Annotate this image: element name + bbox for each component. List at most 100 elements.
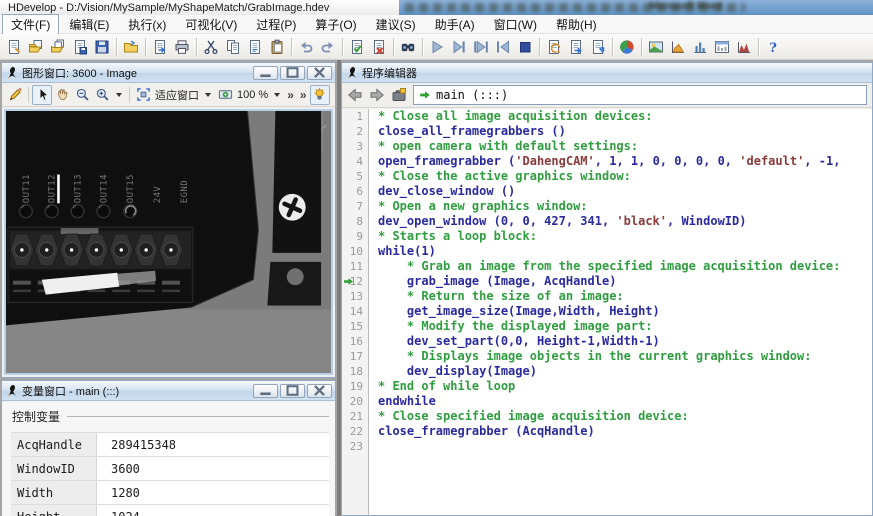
- variable-row[interactable]: Height 1024: [11, 505, 329, 516]
- procedures-button[interactable]: [389, 85, 409, 105]
- camera-image-canvas[interactable]: OUT11 OUT12 OUT13 OUT14 OUT15 24V EGND: [4, 108, 333, 375]
- background-window-title: Microsoft Word: [649, 1, 723, 12]
- nav-forward-button[interactable]: [367, 85, 387, 105]
- step-out-button[interactable]: [492, 36, 514, 58]
- save-button[interactable]: [69, 36, 91, 58]
- code-line[interactable]: 18 dev_display(Image): [342, 364, 872, 379]
- menu-item-7[interactable]: 建议(S): [367, 14, 425, 35]
- print-button[interactable]: [171, 36, 193, 58]
- proc-edit-button[interactable]: [587, 36, 609, 58]
- code-editor[interactable]: 1 * Close all image acquisition devices: 2…: [342, 109, 872, 515]
- code-line[interactable]: 12 grab_image (Image, AcqHandle): [342, 274, 872, 289]
- redo-button[interactable]: [317, 36, 339, 58]
- select-mode-button[interactable]: [32, 84, 52, 105]
- code-line[interactable]: 3 * open camera with default settings:: [342, 139, 872, 154]
- variable-window-titlebar[interactable]: 变量窗口 - main (:::): [2, 381, 335, 401]
- menu-item-1[interactable]: 文件(F): [2, 13, 60, 35]
- save-all-button[interactable]: [91, 36, 113, 58]
- set-parameters-button[interactable]: [5, 85, 25, 105]
- close-button[interactable]: [307, 383, 332, 398]
- code-line[interactable]: 7 * Open a new graphics window:: [342, 199, 872, 214]
- overflow-chevron[interactable]: »: [287, 88, 294, 102]
- code-line[interactable]: 16 dev_set_part(0,0, Height-1,Width-1): [342, 334, 872, 349]
- menu-item-3[interactable]: 执行(x): [119, 14, 175, 35]
- code-line[interactable]: 6 dev_close_window (): [342, 184, 872, 199]
- open-folder-button[interactable]: [120, 36, 142, 58]
- code-line[interactable]: 19 * End of while loop: [342, 379, 872, 394]
- procedure-combobox[interactable]: main (:::): [413, 85, 867, 105]
- histogram-button[interactable]: [667, 36, 689, 58]
- variable-row[interactable]: WindowID 3600: [11, 457, 329, 481]
- export-button[interactable]: [149, 36, 171, 58]
- measure-button[interactable]: [733, 36, 755, 58]
- menu-item-6[interactable]: 算子(O): [306, 14, 365, 35]
- open-file-button[interactable]: [25, 36, 47, 58]
- code-line[interactable]: 20 endwhile: [342, 394, 872, 409]
- menu-item-10[interactable]: 帮助(H): [547, 14, 606, 35]
- code-line[interactable]: 9 * Starts a loop block:: [342, 229, 872, 244]
- new-file-button[interactable]: [3, 36, 25, 58]
- code-line[interactable]: 22 close_framegrabber (AcqHandle): [342, 424, 872, 439]
- proc-prev-button[interactable]: [543, 36, 565, 58]
- zoom-out-button[interactable]: [72, 85, 92, 105]
- code-line[interactable]: 17 * Displays image objects in the curre…: [342, 349, 872, 364]
- maximize-button[interactable]: [280, 383, 305, 398]
- program-editor-titlebar[interactable]: 程序编辑器: [342, 63, 872, 83]
- nav-back-button[interactable]: [345, 85, 365, 105]
- code-line[interactable]: 10 while(1): [342, 244, 872, 259]
- paste-button[interactable]: [266, 36, 288, 58]
- run-button[interactable]: [426, 36, 448, 58]
- activate-button[interactable]: [346, 36, 368, 58]
- close-button[interactable]: [307, 65, 332, 80]
- step-over-button[interactable]: [448, 36, 470, 58]
- help-button[interactable]: ?: [762, 36, 784, 58]
- chevron-down-icon[interactable]: [116, 92, 122, 97]
- code-line[interactable]: 11 * Grab an image from the specified im…: [342, 259, 872, 274]
- window-tool-button[interactable]: [711, 36, 733, 58]
- svg-text:OUT14: OUT14: [99, 174, 109, 203]
- code-line[interactable]: 23: [342, 439, 872, 454]
- lamp-button[interactable]: [309, 84, 330, 105]
- variable-row[interactable]: Width 1280: [11, 481, 329, 505]
- code-line[interactable]: 4 open_framegrabber ('DahengCAM', 1, 1, 0…: [342, 154, 872, 169]
- graphics-window-titlebar[interactable]: 图形窗口: 3600 - Image: [2, 63, 335, 83]
- chevron-down-icon[interactable]: [205, 92, 211, 97]
- zoom-step-button[interactable]: [215, 85, 235, 105]
- find-button[interactable]: [397, 36, 419, 58]
- menu-item-5[interactable]: 过程(P): [247, 14, 305, 35]
- code-line[interactable]: 1 * Close all image acquisition devices:: [342, 109, 872, 124]
- chevron-down-icon[interactable]: [274, 92, 281, 97]
- proc-next-button[interactable]: [565, 36, 587, 58]
- minimize-button[interactable]: [253, 383, 278, 398]
- open-multi-icon: [50, 39, 66, 55]
- stop-button[interactable]: [514, 36, 536, 58]
- code-line[interactable]: 21 * Close specified image acquisition de…: [342, 409, 872, 424]
- code-line[interactable]: 2 close_all_framegrabbers (): [342, 124, 872, 139]
- open-multi-button[interactable]: [47, 36, 69, 58]
- zoom-in-button[interactable]: [92, 85, 112, 105]
- menu-item-8[interactable]: 助手(A): [426, 14, 484, 35]
- code-line[interactable]: 5 * Close the active graphics window:: [342, 169, 872, 184]
- move-mode-button[interactable]: [52, 85, 72, 105]
- code-line[interactable]: 13 * Return the size of an image:: [342, 289, 872, 304]
- bar-chart-button[interactable]: [689, 36, 711, 58]
- code-line[interactable]: 15 * Modify the displayed image part:: [342, 319, 872, 334]
- assistant-button[interactable]: [616, 36, 638, 58]
- fit-window-button[interactable]: [133, 85, 153, 105]
- copy-button[interactable]: [222, 36, 244, 58]
- maximize-button[interactable]: [280, 65, 305, 80]
- undo-button[interactable]: [295, 36, 317, 58]
- minimize-button[interactable]: [253, 65, 278, 80]
- code-line[interactable]: 8 dev_open_window (0, 0, 427, 341, 'black…: [342, 214, 872, 229]
- cut-button[interactable]: [200, 36, 222, 58]
- copy-special-button[interactable]: [244, 36, 266, 58]
- step-into-button[interactable]: [470, 36, 492, 58]
- image-acq-button[interactable]: [645, 36, 667, 58]
- deactivate-button[interactable]: [368, 36, 390, 58]
- menu-item-9[interactable]: 窗口(W): [485, 14, 546, 35]
- code-line[interactable]: 14 get_image_size(Image,Width, Height): [342, 304, 872, 319]
- menu-item-4[interactable]: 可视化(V): [176, 14, 246, 35]
- variable-row[interactable]: AcqHandle 289415348: [11, 433, 329, 457]
- overflow-chevron[interactable]: »: [300, 88, 307, 102]
- menu-item-2[interactable]: 编辑(E): [60, 14, 118, 35]
